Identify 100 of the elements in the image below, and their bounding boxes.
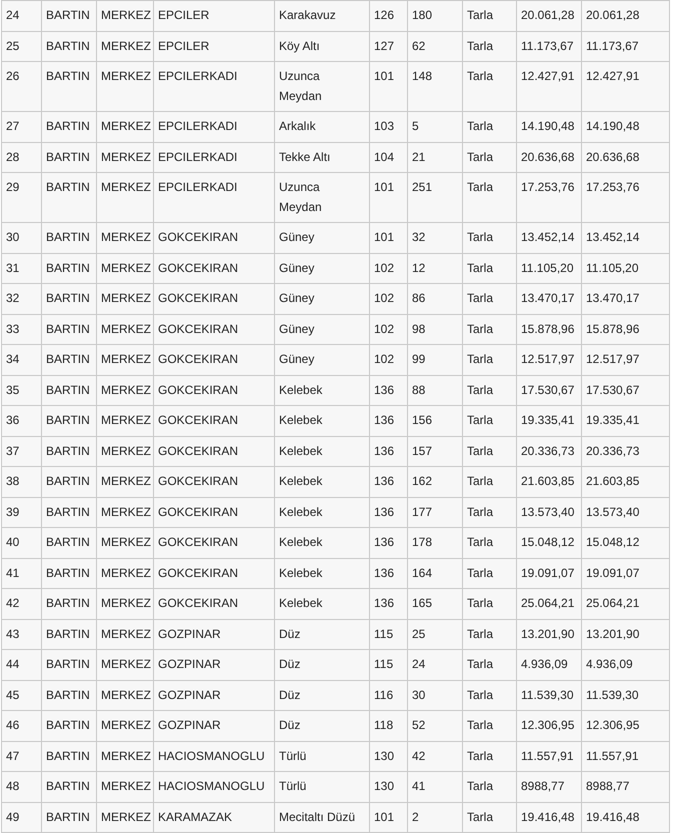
table-cell: BARTIN — [42, 436, 96, 466]
table-cell: Uzunca Meydan — [274, 172, 370, 222]
table-cell: 136 — [370, 436, 408, 466]
table-cell: GOZPINAR — [154, 619, 274, 650]
table-cell: MERKEZ — [96, 222, 154, 253]
table-cell: Tarla — [462, 314, 516, 344]
table-cell: 17.253,76 — [582, 172, 670, 222]
table-cell: MERKEZ — [96, 0, 154, 31]
table-cell: 48 — [2, 772, 42, 802]
table-cell: 115 — [370, 650, 408, 680]
table-cell: BARTIN — [42, 710, 96, 741]
table-cell: 25 — [408, 619, 462, 650]
table-cell: Güney — [274, 222, 370, 253]
table-cell: Düz — [274, 680, 370, 710]
table-cell: MERKEZ — [96, 588, 154, 619]
table-cell: 177 — [408, 497, 462, 528]
table-cell: GOKCEKIRAN — [154, 497, 274, 528]
table-cell: 118 — [370, 710, 408, 741]
table-cell: 101 — [370, 802, 408, 832]
table-cell: 14.190,48 — [582, 112, 670, 142]
table-cell: MERKEZ — [96, 466, 154, 497]
table-cell: 36 — [2, 406, 42, 436]
table-cell: MERKEZ — [96, 497, 154, 528]
table-cell: 19.335,41 — [582, 406, 670, 436]
table-cell: 12 — [408, 253, 462, 284]
table-cell: Türlü — [274, 772, 370, 802]
table-cell: Uzunca Meydan — [274, 62, 370, 112]
table-cell: 11.539,30 — [516, 680, 582, 710]
table-cell: Tarla — [462, 588, 516, 619]
table-cell: MERKEZ — [96, 680, 154, 710]
table-cell: MERKEZ — [96, 344, 154, 375]
table-cell: EPCILERKADI — [154, 142, 274, 172]
table-cell: HACIOSMANOGLU — [154, 741, 274, 772]
table-cell: BARTIN — [42, 142, 96, 172]
table-cell: 251 — [408, 172, 462, 222]
table-cell: BARTIN — [42, 375, 96, 406]
table-cell: Kelebek — [274, 528, 370, 558]
table-cell: 11.173,67 — [582, 31, 670, 62]
table-cell: 17.253,76 — [516, 172, 582, 222]
table-cell: GOKCEKIRAN — [154, 314, 274, 344]
table-cell: 15.878,96 — [582, 314, 670, 344]
table-cell: Kelebek — [274, 558, 370, 588]
table-cell: 40 — [2, 528, 42, 558]
table-cell: Düz — [274, 650, 370, 680]
table-cell: 12.427,91 — [582, 62, 670, 112]
table-cell: 12.427,91 — [516, 62, 582, 112]
table-cell: Tarla — [462, 436, 516, 466]
table-cell: 30 — [408, 680, 462, 710]
table-cell: 136 — [370, 558, 408, 588]
table-cell: MERKEZ — [96, 375, 154, 406]
table-cell: 62 — [408, 31, 462, 62]
table-cell: Güney — [274, 314, 370, 344]
table-cell: 29 — [2, 172, 42, 222]
table-cell: 31 — [2, 253, 42, 284]
table-cell: 19.416,48 — [516, 802, 582, 832]
table-cell: BARTIN — [42, 62, 96, 112]
table-cell: 47 — [2, 741, 42, 772]
table-cell: GOKCEKIRAN — [154, 528, 274, 558]
table-cell: Tarla — [462, 619, 516, 650]
table-cell: BARTIN — [42, 344, 96, 375]
table-cell: EPCILER — [154, 31, 274, 62]
table-cell: HACIOSMANOGLU — [154, 772, 274, 802]
table-cell: BARTIN — [42, 222, 96, 253]
table-cell: BARTIN — [42, 528, 96, 558]
table-cell: 13.201,90 — [582, 619, 670, 650]
table-cell: BARTIN — [42, 680, 96, 710]
table-cell: 11.173,67 — [516, 31, 582, 62]
table-cell: BARTIN — [42, 406, 96, 436]
table-cell: Tarla — [462, 497, 516, 528]
table-cell: 102 — [370, 344, 408, 375]
table-cell: Tarla — [462, 528, 516, 558]
table-cell: BARTIN — [42, 619, 96, 650]
table-cell: 136 — [370, 588, 408, 619]
table-cell: Tarla — [462, 31, 516, 62]
table-cell: 180 — [408, 0, 462, 31]
table-cell: BARTIN — [42, 802, 96, 832]
table-cell: 101 — [370, 62, 408, 112]
table-cell: 27 — [2, 112, 42, 142]
table-cell: GOKCEKIRAN — [154, 375, 274, 406]
table-cell: 19.335,41 — [516, 406, 582, 436]
table-cell: 127 — [370, 31, 408, 62]
table-cell: 11.539,30 — [582, 680, 670, 710]
table-cell: 11.557,91 — [582, 741, 670, 772]
table-cell: Kelebek — [274, 375, 370, 406]
table-cell: GOKCEKIRAN — [154, 406, 274, 436]
table-cell: 164 — [408, 558, 462, 588]
table-cell: 102 — [370, 284, 408, 314]
table-cell: 136 — [370, 497, 408, 528]
table-cell: 39 — [2, 497, 42, 528]
table-cell: 136 — [370, 466, 408, 497]
table-cell: MERKEZ — [96, 62, 154, 112]
table-cell: Tarla — [462, 112, 516, 142]
table-cell: 162 — [408, 466, 462, 497]
table-cell: GOKCEKIRAN — [154, 588, 274, 619]
table-cell: Tarla — [462, 558, 516, 588]
table-cell: 20.336,73 — [516, 436, 582, 466]
table-cell: Tarla — [462, 741, 516, 772]
table-cell: MERKEZ — [96, 558, 154, 588]
table-cell: 35 — [2, 375, 42, 406]
table-cell: 49 — [2, 802, 42, 832]
